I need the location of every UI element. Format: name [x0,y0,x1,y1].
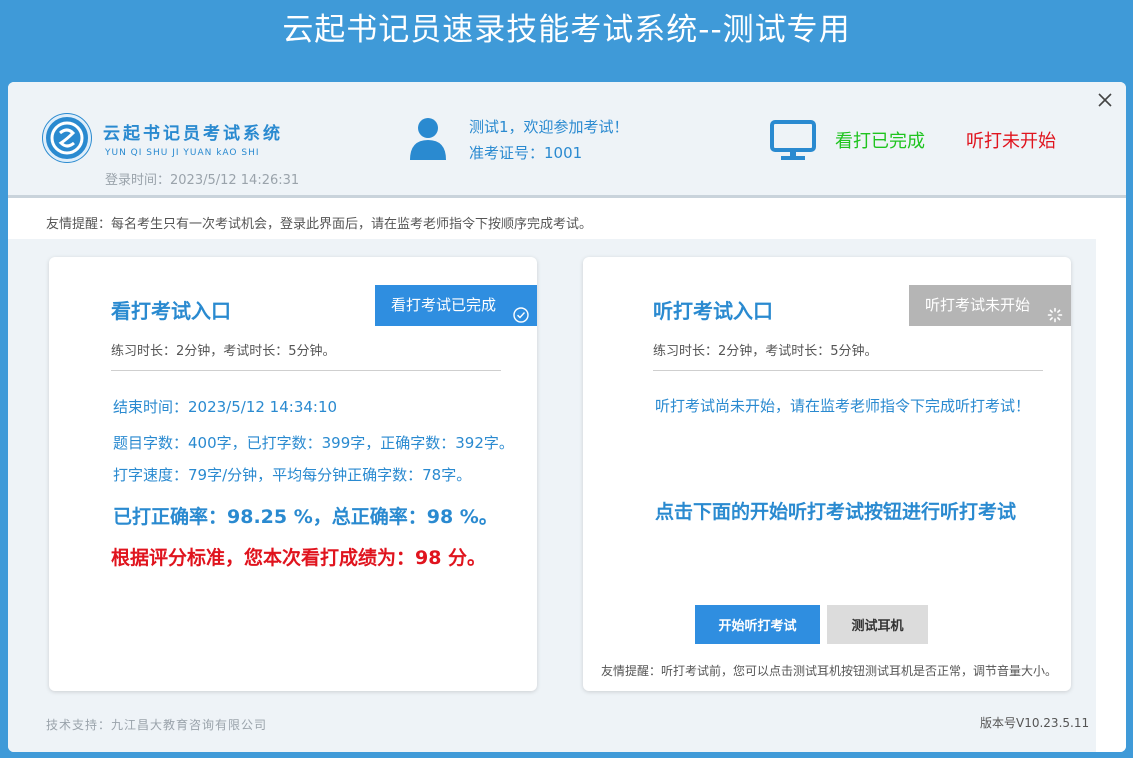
listen-typing-status-badge: 听打考试未开始 [909,285,1071,326]
close-icon[interactable] [1095,90,1115,110]
user-icon [408,116,448,164]
logo-subtitle: YUN QI SHU JI YUAN kAO SHI [105,148,260,158]
header: 云起书记员考试系统 YUN QI SHU JI YUAN kAO SHI 登录时… [8,82,1126,198]
welcome-text: 测试1，欢迎参加考试！ [469,118,629,136]
listen-start-instruction: 点击下面的开始听打考试按钮进行听打考试 [655,501,1017,523]
test-headphones-button[interactable]: 测试耳机 [827,605,928,644]
main-window: 云起书记员考试系统 YUN QI SHU JI YUAN kAO SHI 登录时… [8,82,1126,752]
view-typing-title: 看打考试入口 [111,299,231,323]
ticket-number: 准考证号：1001 [469,144,583,162]
start-listen-exam-button[interactable]: 开始听打考试 [695,605,820,644]
status-listen-pending: 听打未开始 [966,131,1056,152]
end-time: 结束时间：2023/5/12 14:34:10 [113,398,338,416]
view-typing-status-badge: 看打考试已完成 [375,285,537,326]
spinner-icon [1047,298,1063,339]
word-counts: 题目字数：400字，已打字数：399字，正确字数：392字。 [113,434,514,452]
divider [111,370,501,371]
listen-typing-badge-label: 听打考试未开始 [925,296,1031,314]
login-time: 登录时间：2023/5/12 14:26:31 [105,173,300,188]
status-view-done: 看打已完成 [835,131,925,152]
version-number: 版本号V10.23.5.11 [980,716,1090,730]
logo-title: 云起书记员考试系统 [103,124,283,144]
logo-icon [43,114,91,162]
check-circle-icon [513,298,529,339]
app-title: 云起书记员速录技能考试系统--测试专用 [282,12,851,48]
listen-typing-title: 听打考试入口 [653,299,773,323]
accuracy-rate: 已打正确率：98.25 %，总正确率：98 %。 [113,506,498,528]
notice-tip: 友情提醒：每名考生只有一次考试机会，登录此界面后，请在监考老师指令下按顺序完成考… [46,217,593,232]
tech-support: 技术支持：九江昌大教育咨询有限公司 [46,718,268,732]
final-score: 根据评分标准，您本次看打成绩为：98 分。 [111,547,487,569]
divider [653,370,1043,371]
monitor-icon [770,120,816,166]
view-typing-card: 看打考试入口 看打考试已完成 练习时长：2分钟，考试时长：5分钟。 结束时间：2… [49,257,537,691]
right-strip [1096,201,1126,752]
headphone-tip: 友情提醒：听打考试前，您可以点击测试耳机按钮测试耳机是否正常，调节音量大小。 [601,664,1058,678]
view-typing-badge-label: 看打考试已完成 [391,296,497,314]
listen-typing-duration: 练习时长：2分钟，考试时长：5分钟。 [653,344,878,359]
typing-speed: 打字速度：79字/分钟，平均每分钟正确字数：78字。 [113,466,472,484]
view-typing-duration: 练习时长：2分钟，考试时长：5分钟。 [111,344,336,359]
listen-typing-card: 听打考试入口 听打考试未开始 练习时长：2分钟，考试时长：5分钟。 听打考试尚未… [583,257,1071,691]
listen-not-started-message: 听打考试尚未开始，请在监考老师指令下完成听打考试！ [655,397,1031,415]
